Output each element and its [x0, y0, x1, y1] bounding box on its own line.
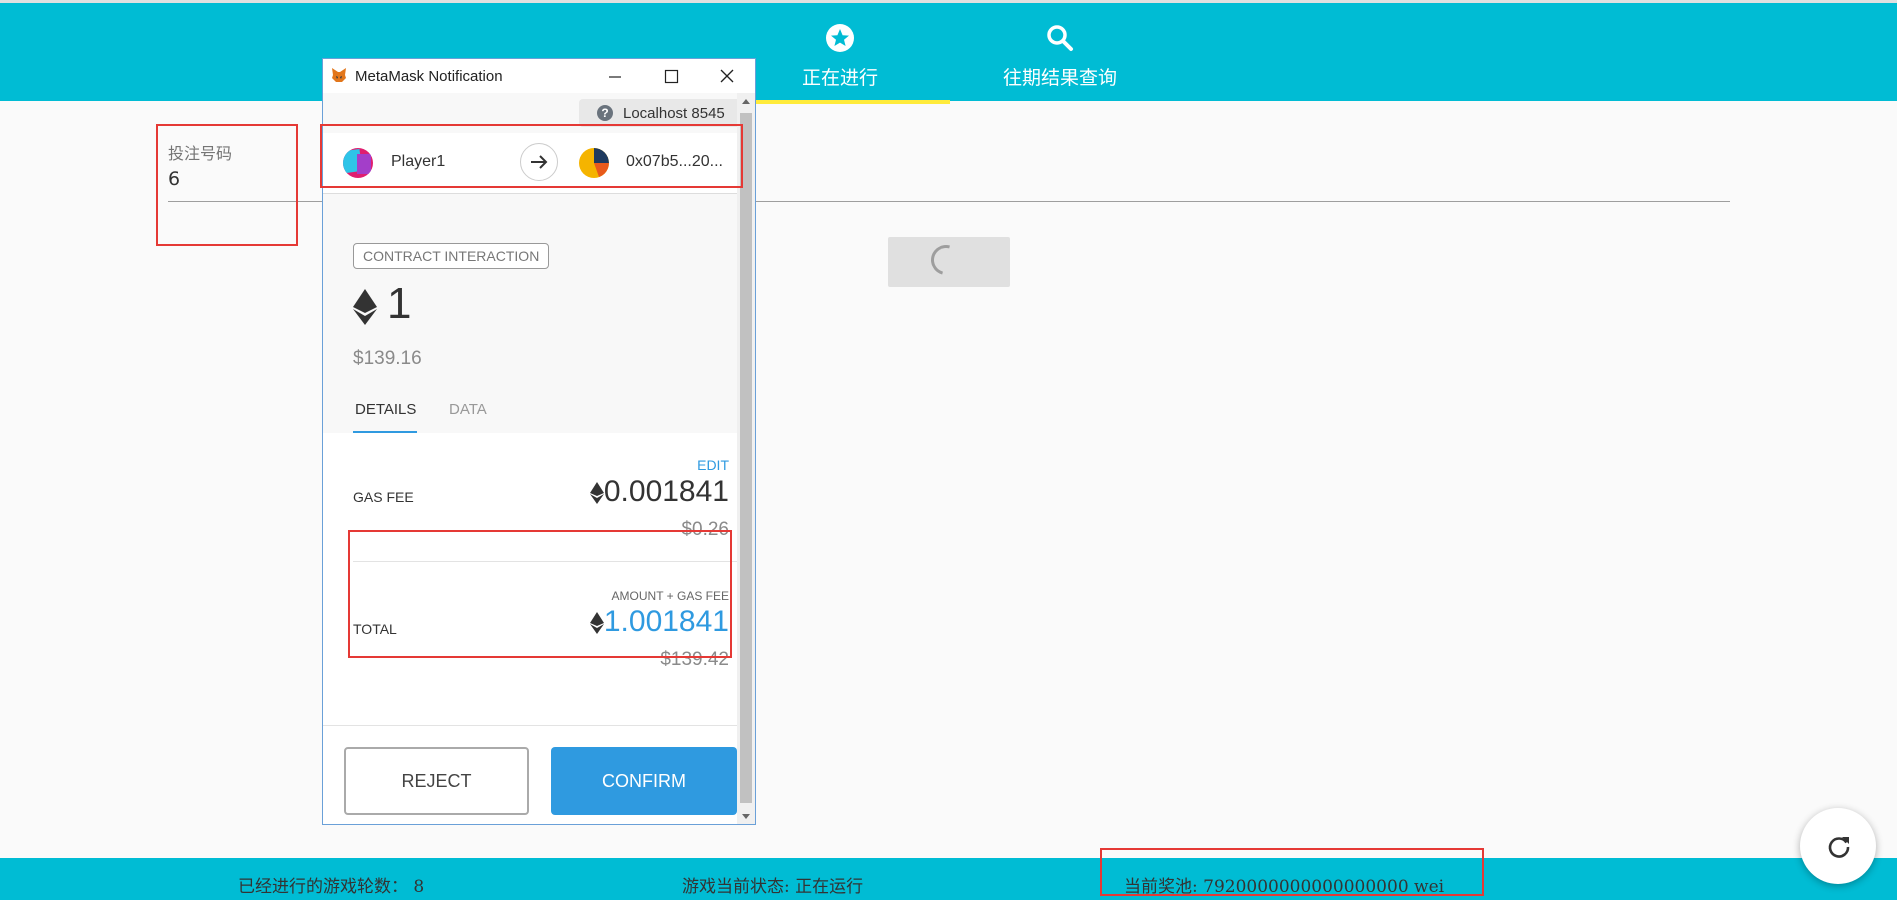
refresh-icon: [1828, 837, 1850, 858]
highlight-box-accounts: [320, 124, 743, 188]
app-header: 正在进行 往期结果查询: [0, 0, 1897, 104]
maximize-button[interactable]: [643, 59, 699, 93]
star-circle-icon: [826, 24, 854, 52]
minimize-icon: [609, 76, 621, 78]
tab-details[interactable]: DETAILS: [353, 401, 417, 434]
search-icon: [1047, 25, 1073, 51]
rounds-count: 已经进行的游戏轮数： 8: [238, 877, 425, 897]
tab-label: 正在进行: [801, 67, 878, 89]
active-tab-indicator: [730, 100, 950, 104]
gas-fee-amount: 0.001841: [603, 475, 729, 508]
submit-button[interactable]: [888, 237, 1010, 287]
ethereum-icon: [589, 482, 604, 505]
scroll-down-icon: [742, 814, 750, 819]
highlight-box-total: [348, 530, 732, 658]
question-icon: ?: [597, 105, 613, 121]
divider: [323, 725, 737, 726]
tab-label: 往期结果查询: [1002, 67, 1117, 89]
confirm-transaction-page: ? Localhost 8545 Player1 0x07b5...20... …: [323, 93, 737, 824]
game-status: 游戏当前状态: 正在运行: [682, 877, 864, 897]
scrollbar-thumb[interactable]: [740, 113, 752, 803]
window-title: MetaMask Notification: [355, 68, 503, 85]
gas-fee-label: GAS FEE: [353, 489, 414, 505]
maximize-icon: [664, 69, 679, 84]
highlight-box-bet: [156, 124, 298, 246]
scrollbar[interactable]: [737, 93, 755, 824]
window-titlebar: MetaMask Notification: [323, 59, 755, 93]
reject-button[interactable]: REJECT: [344, 747, 529, 815]
network-name: Localhost 8545: [623, 105, 725, 122]
refresh-button[interactable]: [1800, 808, 1876, 884]
close-button[interactable]: [699, 59, 755, 93]
transaction-tabs: DETAILS DATA: [323, 391, 737, 434]
tab-data[interactable]: DATA: [449, 401, 487, 418]
contract-interaction-badge: CONTRACT INTERACTION: [353, 243, 550, 269]
tab-history-results[interactable]: 往期结果查询: [950, 3, 1170, 104]
loading-spinner-icon: [925, 239, 967, 281]
network-indicator[interactable]: ? Localhost 8545: [579, 99, 737, 127]
tab-in-progress[interactable]: 正在进行: [730, 3, 950, 104]
metamask-fox-icon: [332, 68, 346, 82]
edit-gas-link[interactable]: EDIT: [697, 457, 729, 473]
minimize-button[interactable]: [587, 59, 643, 93]
status-footer: 已经进行的游戏轮数： 8 游戏当前状态: 正在运行 当前奖池: 79200000…: [0, 858, 1897, 900]
confirm-button[interactable]: CONFIRM: [551, 747, 737, 815]
amount-value: 1: [387, 279, 412, 328]
highlight-box-pool: [1100, 848, 1484, 896]
ethereum-icon: [353, 289, 377, 325]
scroll-up-icon: [742, 99, 750, 104]
amount-usd: $139.16: [353, 348, 422, 369]
tab-details-label: DETAILS: [355, 401, 417, 418]
gas-fee-value: 0.001841: [589, 475, 729, 509]
close-icon: [720, 69, 734, 83]
